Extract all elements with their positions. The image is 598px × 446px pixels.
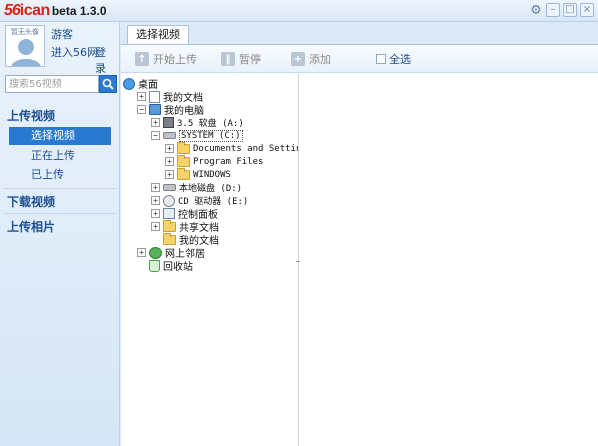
expand-icon[interactable]: + [165, 170, 174, 179]
sidebar: 暂无头像 游客 进入56网 登录 上传视频 选择视频 正在上传 已上传 下载视频… [0, 22, 120, 446]
nav-divider [4, 213, 116, 214]
tree-item[interactable]: 回收站 [137, 259, 193, 273]
control-panel-icon [163, 208, 175, 219]
plus-icon: + [291, 52, 305, 66]
maximize-icon[interactable]: □ [563, 3, 577, 17]
folder-tree: 桌面 + 我的文档 − 我的电脑 +3.5 软盘 (A:) − SYSTEM (C:) + Doc… [121, 74, 299, 446]
search-button[interactable] [99, 75, 117, 93]
hard-drive-icon [163, 184, 176, 191]
select-all-label: 全选 [389, 53, 411, 66]
start-upload-button[interactable]: ↑ 开始上传 [135, 51, 197, 67]
tree-item-label: WINDOWS [193, 169, 231, 180]
select-all-toggle[interactable]: 全选 [376, 51, 411, 67]
pause-button[interactable]: ‖ 暂停 [221, 51, 261, 67]
tree-item[interactable]: + Program Files [165, 154, 264, 168]
gear-icon[interactable]: ⚙ [529, 3, 543, 17]
expand-icon[interactable]: + [151, 118, 160, 127]
search-box [5, 75, 117, 93]
user-profile: 暂无头像 游客 进入56网 登录 [5, 25, 115, 75]
folder-icon [177, 141, 190, 154]
login-link[interactable]: 登录 [95, 44, 115, 76]
app-version: beta 1.3.0 [51, 4, 107, 18]
hard-drive-icon [163, 132, 176, 139]
search-icon [102, 78, 114, 90]
tree-item-label: 我的电脑 [164, 106, 204, 117]
tree-item-label: Documents and Settings [193, 143, 298, 154]
tab-bar: 选择视频 [121, 22, 598, 44]
tree-item-label: 3.5 软盘 (A:) [177, 119, 244, 129]
desktop-icon [123, 77, 135, 90]
nav-upload-video[interactable]: 上传视频 [7, 107, 55, 124]
expand-icon[interactable]: + [151, 222, 160, 231]
logo-56: 56 [4, 2, 21, 19]
app-logo: 56 ican beta 1.3.0 [4, 2, 107, 20]
collapse-icon[interactable]: − [137, 105, 146, 114]
close-icon[interactable]: × [580, 3, 594, 17]
expand-icon[interactable]: + [151, 183, 160, 192]
logo-ican: ican [19, 2, 51, 19]
folder-icon [177, 154, 190, 167]
nav-item-select-video[interactable]: 选择视频 [9, 127, 111, 145]
tab-select-video[interactable]: 选择视频 [127, 25, 189, 44]
tree-item-label: SYSTEM (C:) [179, 129, 243, 142]
home-link[interactable]: 进入56网 [51, 44, 98, 60]
tree-item[interactable]: − 我的电脑 [137, 103, 204, 117]
nav-download-video[interactable]: 下载视频 [7, 193, 55, 210]
tree-item-label: 本地磁盘 (D:) [179, 184, 243, 194]
nav-upload-photos[interactable]: 上传相片 [7, 218, 55, 235]
collapse-icon[interactable]: − [151, 131, 160, 140]
pause-label: 暂停 [239, 53, 261, 66]
toolbar: ↑ 开始上传 ‖ 暂停 + 添加 全选 [121, 45, 598, 73]
network-icon [149, 246, 162, 259]
my-computer-icon [149, 104, 161, 115]
title-bar: 56 ican beta 1.3.0 ⚙ – □ × [0, 0, 598, 22]
folder-icon [163, 232, 176, 245]
expand-icon[interactable]: + [137, 248, 146, 257]
main-panel: ↑ 开始上传 ‖ 暂停 + 添加 全选 桌面 + 我的文档 − 我的电脑 +3.5 软盘 … [121, 44, 598, 446]
tree-item-label: 回收站 [163, 262, 193, 273]
default-avatar-icon [11, 39, 41, 66]
expand-icon[interactable]: + [151, 196, 160, 205]
tree-item[interactable]: + WINDOWS [165, 167, 231, 181]
search-input[interactable] [5, 75, 99, 93]
upload-arrow-icon: ↑ [135, 52, 149, 66]
select-all-checkbox[interactable] [376, 54, 386, 64]
expand-icon[interactable]: + [151, 209, 160, 218]
tree-item-label: 桌面 [138, 80, 158, 91]
add-label: 添加 [309, 53, 331, 66]
pause-icon: ‖ [221, 52, 235, 66]
my-documents-icon [149, 90, 160, 103]
expand-icon[interactable]: + [137, 92, 146, 101]
floppy-icon [163, 117, 174, 128]
tree-item[interactable]: − SYSTEM (C:) [151, 129, 243, 142]
expand-icon[interactable]: + [165, 157, 174, 166]
expand-icon[interactable]: + [165, 144, 174, 153]
tree-item[interactable]: +3.5 软盘 (A:) [151, 116, 244, 129]
folder-icon [163, 219, 176, 232]
nav-item-uploading[interactable]: 正在上传 [9, 147, 111, 165]
file-list-pane [300, 74, 598, 446]
minimize-icon[interactable]: – [546, 3, 560, 17]
tree-item[interactable]: 桌面 [123, 77, 158, 91]
start-upload-label: 开始上传 [153, 53, 197, 66]
user-name: 游客 [51, 28, 73, 41]
recycle-bin-icon [149, 259, 160, 272]
nav-divider [4, 188, 116, 189]
avatar[interactable]: 暂无头像 [5, 25, 45, 67]
nav-item-uploaded[interactable]: 已上传 [9, 166, 111, 184]
cd-drive-icon [163, 194, 175, 207]
tree-item[interactable]: + Documents and Settings [165, 141, 298, 155]
tree-item[interactable]: + 本地磁盘 (D:) [151, 181, 242, 194]
add-button[interactable]: + 添加 [291, 51, 331, 67]
tree-item-label: Program Files [193, 156, 264, 167]
folder-icon [177, 167, 190, 180]
window-controls: ⚙ – □ × [529, 3, 594, 17]
